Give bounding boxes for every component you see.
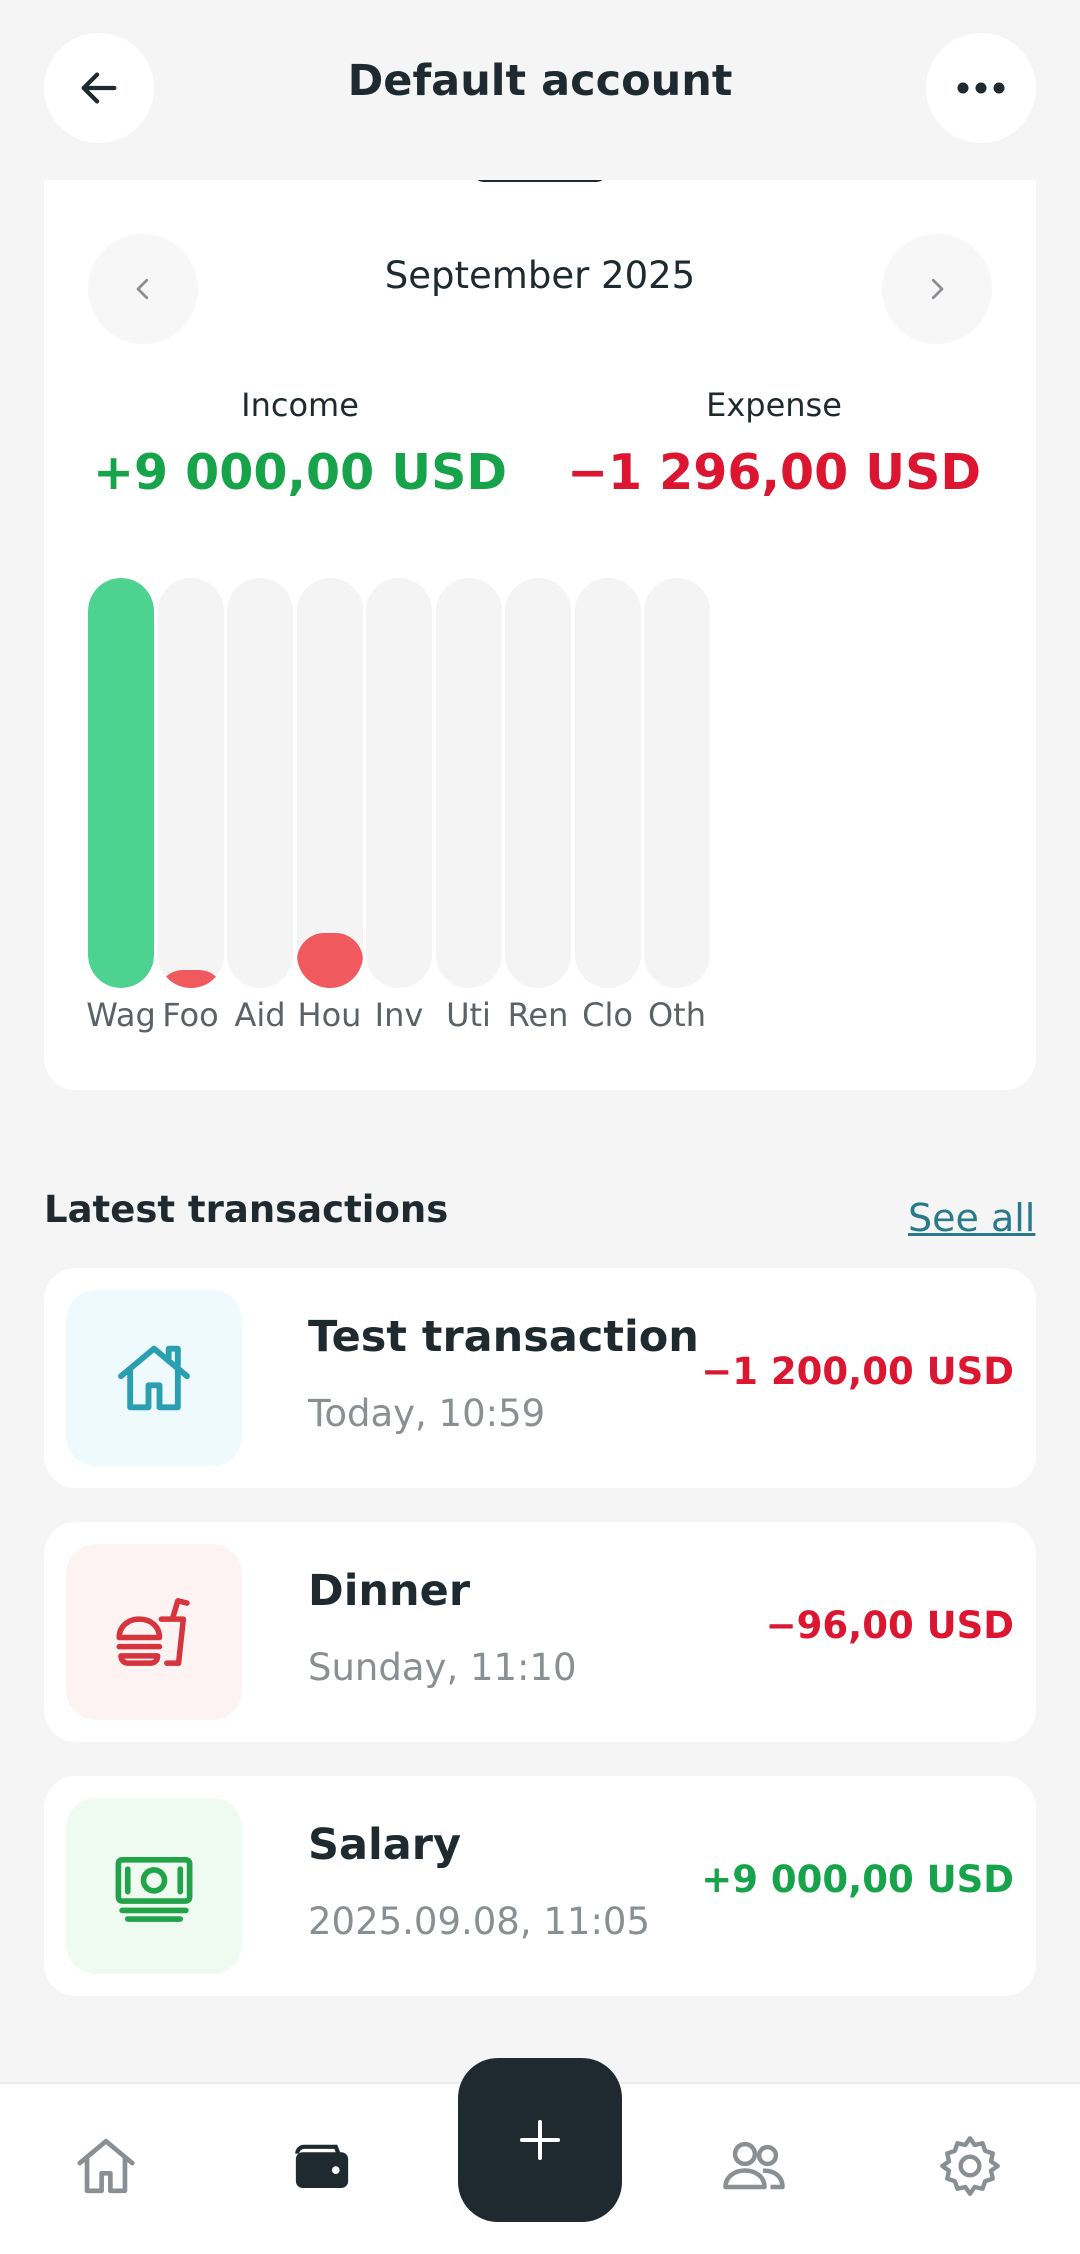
income-value: +9 000,00 USD [92,444,508,501]
transaction-amount: −1 200,00 USD [701,1350,1014,1393]
nav-wallet[interactable] [282,2126,362,2206]
bar-track [296,578,363,988]
bar-value [296,933,363,988]
transaction-title: Test transaction [308,1312,699,1362]
add-transaction-button[interactable] [458,2058,622,2222]
expense-label: Expense [706,386,842,424]
people-icon [723,2141,785,2190]
monthly-summary-card: September 2025 Income +9 000,00 USD Expe… [44,176,1036,1090]
transaction-row[interactable]: Test transaction Today, 10:59 −1 200,00 … [44,1268,1036,1488]
settings-icon [940,2136,1000,2196]
home-icon [77,2138,135,2194]
section-title: Latest transactions [44,1188,449,1231]
transaction-time: Today, 10:59 [308,1392,546,1435]
page-title: Default account [347,56,733,106]
nav-settings[interactable] [930,2126,1010,2206]
nav-people[interactable] [714,2126,794,2206]
next-month-button[interactable] [882,234,992,344]
expense-value: −1 296,00 USD [566,444,982,501]
category-bar-chart: Wag Foo Aid Hou Inv Uti Ren Clo Oth [44,578,1036,1034]
transaction-row[interactable]: Dinner Sunday, 11:10 −96,00 USD [44,1522,1036,1742]
more-horizontal-icon [957,82,1005,94]
bar-value [88,578,154,988]
bar-value [157,970,224,988]
transaction-time: 2025.09.08, 11:05 [308,1900,650,1943]
house-icon [118,1345,190,1411]
transaction-icon-tile [66,1544,242,1720]
bar-track [435,578,502,988]
transaction-title: Dinner [308,1566,471,1616]
add-icon [520,2120,560,2160]
income-label: Income [241,386,359,424]
bar-track [227,578,293,988]
bar-track [157,578,224,988]
transaction-icon-tile [66,1290,242,1466]
app-header: Default account [0,0,1080,180]
money-banknote-icon [115,1856,193,1922]
bar-track [644,578,710,988]
bar-track [574,578,641,988]
more-options-button[interactable] [926,33,1036,143]
transaction-row[interactable]: Salary 2025.09.08, 11:05 +9 000,00 USD [44,1776,1036,1996]
fast-food-icon [116,1598,190,1666]
wallet-icon [295,2144,349,2188]
chevron-right-icon [931,278,944,300]
nav-home[interactable] [66,2126,146,2206]
see-all-link[interactable]: See all [908,1196,1035,1240]
bar-track [366,578,432,988]
bar-track [505,578,571,988]
transaction-title: Salary [308,1820,461,1870]
transaction-amount: −96,00 USD [765,1604,1014,1647]
transaction-amount: +9 000,00 USD [701,1858,1014,1901]
transaction-time: Sunday, 11:10 [308,1646,577,1689]
bar-label: Oth [647,996,706,1034]
transaction-icon-tile [66,1798,242,1974]
bar-track [88,578,154,988]
